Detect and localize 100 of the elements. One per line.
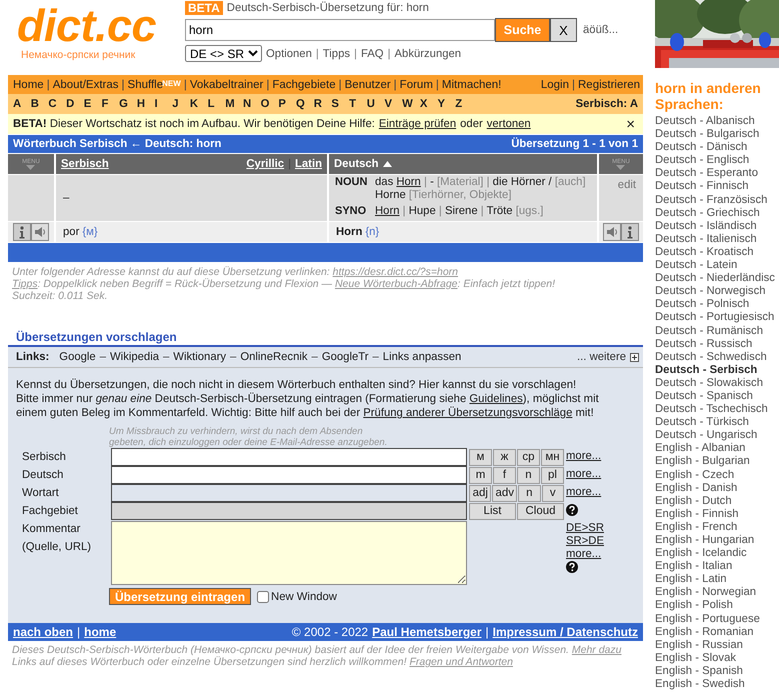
language-link[interactable]: Deutsch - Türkisch xyxy=(655,416,779,430)
letter-link[interactable]: X xyxy=(420,98,434,110)
header-link[interactable]: Optionen xyxy=(266,48,312,60)
language-link[interactable]: English - Dutch xyxy=(655,494,779,508)
language-link[interactable]: English - Swedish xyxy=(655,678,779,692)
nav-link[interactable]: Fachgebiete xyxy=(272,78,336,90)
insert-button[interactable]: м xyxy=(469,448,492,466)
language-link[interactable]: Deutsch - Griechisch xyxy=(655,206,779,220)
letter-link[interactable]: F xyxy=(101,98,116,110)
language-link[interactable]: English - Czech xyxy=(655,468,779,482)
language-link[interactable]: English - Bulgarian xyxy=(655,455,779,469)
language-link[interactable]: Deutsch - Kroatisch xyxy=(655,246,779,260)
letter-link[interactable]: J xyxy=(172,98,186,110)
header-link[interactable]: FAQ xyxy=(360,48,384,60)
text-link[interactable]: more... xyxy=(566,450,602,463)
footer-link[interactable]: nach oben xyxy=(13,625,74,639)
script-link[interactable]: Latin xyxy=(295,158,322,170)
language-link[interactable]: English - Portuguese xyxy=(655,612,779,626)
nav-link[interactable]: About/Extras xyxy=(52,78,119,90)
direction-select[interactable]: DE <> SR xyxy=(185,45,262,62)
external-link[interactable]: Links anpassen xyxy=(382,351,462,363)
text-link[interactable]: Guidelines xyxy=(469,393,523,405)
language-link[interactable]: Deutsch - Polnisch xyxy=(655,298,779,312)
text-field[interactable] xyxy=(111,484,467,502)
insert-button[interactable]: pl xyxy=(541,466,564,484)
letter-link[interactable]: P xyxy=(278,98,292,110)
text-link[interactable]: DE>SR xyxy=(566,522,604,535)
language-link[interactable]: Deutsch - Slowakisch xyxy=(655,376,779,390)
insert-button[interactable]: ср xyxy=(517,448,540,466)
letter-link[interactable]: N xyxy=(242,98,257,110)
language-link[interactable]: Deutsch - Schwedisch xyxy=(655,350,779,364)
language-link[interactable]: English - Romanian xyxy=(655,626,779,639)
language-link[interactable]: Deutsch - Portugiesisch xyxy=(655,311,779,324)
language-link[interactable]: English - French xyxy=(655,520,779,534)
clear-button[interactable]: X xyxy=(550,18,577,42)
text-link[interactable]: more... xyxy=(566,486,602,499)
text-link[interactable]: Einträge prüfen xyxy=(378,118,456,130)
language-link[interactable]: English - Hungarian xyxy=(655,534,779,548)
nav-link[interactable]: Login xyxy=(540,78,569,90)
nav-link[interactable]: Shuffle xyxy=(128,78,164,90)
language-link[interactable]: Deutsch - Esperanto xyxy=(655,167,779,180)
language-link[interactable]: Deutsch - Rumänisch xyxy=(655,324,779,338)
language-link[interactable]: Deutsch - Ungarisch xyxy=(655,429,779,442)
letter-link[interactable]: H xyxy=(136,98,150,110)
nav-link[interactable]: Benutzer xyxy=(344,78,391,90)
language-link[interactable]: Deutsch - Französisch xyxy=(655,194,779,207)
letter-link[interactable]: O xyxy=(260,98,274,110)
nav-link[interactable]: Vokabeltrainer xyxy=(190,78,264,90)
letter-link[interactable]: V xyxy=(384,98,398,110)
letter-link[interactable]: G xyxy=(119,98,133,110)
footer-link[interactable]: Paul Hemetsberger xyxy=(372,625,482,639)
letter-link[interactable]: Z xyxy=(455,98,469,110)
checkbox[interactable] xyxy=(257,590,270,602)
language-link[interactable]: English - Italian xyxy=(655,560,779,574)
header-link[interactable]: Abkürzungen xyxy=(394,48,462,60)
language-link[interactable]: English - Spanish xyxy=(655,664,779,678)
letter-link[interactable]: E xyxy=(84,98,98,110)
language-link[interactable]: English - Icelandic xyxy=(655,547,779,560)
external-link[interactable]: Wikipedia xyxy=(110,351,159,363)
close-button[interactable]: × xyxy=(623,116,638,132)
column-heading[interactable]: Deutsch xyxy=(334,158,379,170)
language-link[interactable]: Deutsch - Englisch xyxy=(655,154,779,168)
language-link[interactable]: English - Russian xyxy=(655,638,779,652)
language-link[interactable]: Deutsch - Bulgarisch xyxy=(655,128,779,142)
external-link[interactable]: OnlineRecnik xyxy=(240,351,308,363)
language-link[interactable]: Deutsch - Dänisch xyxy=(655,141,779,154)
letter-link[interactable]: A xyxy=(13,98,27,110)
text-field[interactable] xyxy=(111,448,467,466)
insert-button[interactable]: adj xyxy=(469,484,492,502)
text-link[interactable]: more... xyxy=(566,548,602,561)
insert-button[interactable]: Cloud xyxy=(517,502,564,520)
letter-link[interactable]: L xyxy=(208,98,222,110)
insert-button[interactable]: List xyxy=(469,502,516,520)
language-link[interactable]: Deutsch - Isländisch xyxy=(655,220,779,233)
text-link[interactable]: SR>DE xyxy=(566,535,604,548)
nav-link[interactable]: Forum xyxy=(400,78,433,90)
footer-link[interactable]: home xyxy=(84,625,116,639)
letter-link[interactable]: Q xyxy=(296,98,310,110)
letter-link[interactable]: K xyxy=(190,98,204,110)
comment-field[interactable] xyxy=(111,521,467,585)
text-link[interactable]: more... xyxy=(566,468,602,481)
language-link[interactable]: Deutsch - Serbisch xyxy=(655,364,779,377)
language-link[interactable]: Deutsch - Latein xyxy=(655,259,779,272)
external-link[interactable]: Google xyxy=(59,351,96,363)
text-link[interactable]: vertonen xyxy=(486,118,531,130)
language-link[interactable]: English - Danish xyxy=(655,482,779,495)
language-link[interactable]: Deutsch - Niederländisc xyxy=(655,272,779,286)
letter-link[interactable]: T xyxy=(349,98,363,110)
insert-button[interactable]: m xyxy=(469,466,492,484)
language-link[interactable]: Deutsch - Finnisch xyxy=(655,180,779,194)
language-link[interactable]: Deutsch - Norwegisch xyxy=(655,285,779,298)
text-field[interactable] xyxy=(111,466,467,484)
language-link[interactable]: English - Polish xyxy=(655,599,779,613)
external-link[interactable]: Wiktionary xyxy=(173,351,226,363)
language-link[interactable]: English - Slovak xyxy=(655,652,779,665)
footer-link[interactable]: Impressum / Datenschutz xyxy=(492,625,638,639)
nav-link[interactable]: Mitmachen! xyxy=(442,78,502,90)
word-link[interactable]: Horn xyxy=(396,176,421,188)
language-link[interactable]: English - Finnish xyxy=(655,508,779,521)
language-link[interactable]: Deutsch - Italienisch xyxy=(655,232,779,246)
